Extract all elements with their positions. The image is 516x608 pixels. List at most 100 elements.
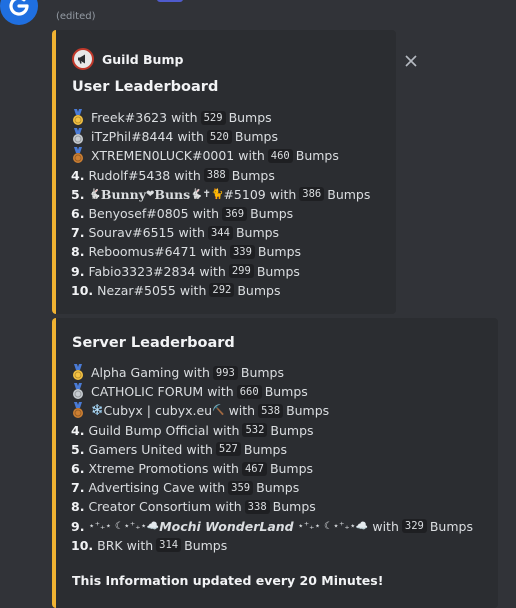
bump-count: 292 bbox=[209, 283, 235, 298]
embed-title: User Leaderboard bbox=[72, 79, 219, 95]
leaderboard-row: 9. Fabio3323#2834 with 299 Bumps bbox=[71, 262, 370, 281]
rank-number: 7. bbox=[71, 225, 85, 241]
leaderboard-row: 10. BRK with 314 Bumps bbox=[71, 536, 473, 555]
server-leaderboard-embed: Server Leaderboard Alpha Gaming with 993 Bu… bbox=[52, 318, 498, 608]
member-name-part: 𝐁𝐮𝐧𝐬 bbox=[154, 186, 191, 202]
with-text: with bbox=[207, 384, 234, 400]
bumps-unit: Bumps bbox=[270, 422, 314, 438]
bump-count: 520 bbox=[206, 129, 232, 144]
bumps-unit: Bumps bbox=[269, 460, 314, 476]
rank-number: 6. bbox=[71, 460, 85, 476]
bump-count: 299 bbox=[228, 264, 254, 279]
leaderboard-row: 9. ⋆⁺₊⋆ ☾⋆⁺₊⋆ ☁️ Mochi WonderLand ⋆⁺₊⋆ ☾⋆⁺… bbox=[71, 517, 473, 536]
bumps-unit: Bumps bbox=[286, 403, 330, 419]
bump-count: 388 bbox=[203, 168, 229, 183]
close-icon[interactable] bbox=[404, 54, 418, 68]
leaderboard-row: 7. Sourav#6515 with 344 Bumps bbox=[71, 223, 370, 242]
rank-number: 4. bbox=[71, 422, 85, 438]
with-text: with bbox=[212, 422, 240, 438]
cloud-emoji-icon: ☁️ bbox=[146, 520, 160, 532]
server-name: Mochi WonderLand bbox=[159, 518, 294, 534]
bump-count: 338 bbox=[244, 499, 270, 514]
heart-emoji-icon: ❤ bbox=[146, 188, 155, 200]
bumps-unit: Bumps bbox=[256, 480, 300, 496]
bump-count: 660 bbox=[236, 384, 262, 399]
bot-avatar[interactable] bbox=[0, 0, 38, 25]
bumps-unit: Bumps bbox=[240, 365, 284, 380]
bump-count: 993 bbox=[212, 365, 238, 380]
cloud-emoji-icon: ☁️ bbox=[355, 520, 369, 532]
member-name: Nezar#5055 bbox=[97, 282, 176, 298]
rank-number: 9. bbox=[71, 518, 85, 534]
user-leaderboard-list: Freek#3623 with 529 Bumps iTzPhil#8444 with 52… bbox=[71, 108, 370, 300]
member-name: Rudolf#5438 bbox=[88, 167, 171, 183]
server-name: BRK bbox=[97, 537, 123, 553]
silver-medal-icon bbox=[71, 383, 85, 400]
sparkle-decoration: ⋆⁺₊⋆ ☾⋆⁺₊⋆ bbox=[88, 520, 147, 532]
bumps-unit: Bumps bbox=[327, 186, 371, 202]
with-text: with bbox=[178, 225, 205, 241]
leaderboard-row: 7. Advertising Cave with 359 Bumps bbox=[71, 478, 473, 497]
edited-label: (edited) bbox=[56, 11, 96, 22]
leaderboard-row: 5. 🐇 𝐁𝐮𝐧𝐧𝐲 ❤ 𝐁𝐮𝐧𝐬 🐇✝🐈 #5109 with 386 Bumps bbox=[71, 185, 370, 204]
with-text: with bbox=[183, 365, 210, 380]
rank-number: 10. bbox=[71, 537, 94, 553]
bump-count: 314 bbox=[156, 538, 182, 553]
embed-author: Guild Bump bbox=[72, 48, 183, 70]
rank-number: 4. bbox=[71, 167, 85, 183]
server-name: Creator Consortium bbox=[88, 499, 212, 515]
with-text: with bbox=[192, 205, 220, 221]
bumps-unit: Bumps bbox=[234, 129, 278, 145]
pickaxe-emoji-icon: ⛏️ bbox=[212, 405, 225, 417]
bumps-unit: Bumps bbox=[429, 518, 473, 534]
bump-count: 359 bbox=[228, 480, 254, 495]
member-name: Freek#3623 bbox=[91, 110, 168, 125]
bump-count: 529 bbox=[200, 110, 226, 125]
bump-count: 329 bbox=[401, 519, 427, 534]
rank-number: 9. bbox=[71, 263, 85, 279]
snowflake-emoji-icon: ❄️ bbox=[91, 405, 104, 417]
bump-count: 460 bbox=[267, 148, 293, 163]
leaderboard-row: ❄️ Cubyx | cubyx.eu ⛏️ with 538 Bumps bbox=[71, 401, 473, 420]
bumps-unit: Bumps bbox=[184, 537, 228, 553]
member-name: Reboomus#6471 bbox=[88, 244, 197, 260]
bump-count: 538 bbox=[258, 403, 284, 418]
message-header-partial bbox=[55, 0, 255, 4]
server-name: Alpha Gaming bbox=[91, 365, 180, 380]
sparkle-decoration: ⋆⁺₊⋆ ☾⋆⁺₊⋆ bbox=[297, 520, 356, 532]
server-name: Cubyx | cubyx.eu bbox=[103, 403, 213, 419]
rank-number: 8. bbox=[71, 499, 85, 515]
with-text: with bbox=[186, 441, 213, 457]
bumps-unit: Bumps bbox=[264, 384, 308, 400]
bump-count: 467 bbox=[241, 461, 267, 476]
bronze-medal-icon bbox=[71, 147, 85, 164]
bumps-unit: Bumps bbox=[256, 263, 300, 279]
embed-author-name: Guild Bump bbox=[102, 51, 184, 67]
with-text: with bbox=[126, 537, 154, 553]
with-text: with bbox=[238, 148, 265, 164]
leaderboard-row: 6. Benyosef#0805 with 369 Bumps bbox=[71, 204, 370, 223]
leaderboard-row: Freek#3623 with 529 Bumps bbox=[71, 108, 370, 127]
with-text: with bbox=[199, 263, 226, 279]
bump-count: 339 bbox=[229, 244, 255, 259]
member-name: Fabio3323#2834 bbox=[88, 263, 196, 279]
with-text: with bbox=[269, 186, 297, 202]
leaderboard-row: 10. Nezar#5055 with 292 Bumps bbox=[71, 281, 370, 300]
rank-number: 10. bbox=[71, 282, 94, 298]
bumps-unit: Bumps bbox=[243, 441, 287, 457]
with-text: with bbox=[171, 110, 198, 125]
server-name: Xtreme Promotions bbox=[88, 460, 209, 476]
bumps-unit: Bumps bbox=[250, 205, 294, 221]
rank-number: 8. bbox=[71, 244, 85, 260]
leaderboard-row: XTREMEN0LUCK#0001 with 460 Bumps bbox=[71, 146, 370, 165]
rank-number: 7. bbox=[71, 480, 85, 496]
server-name: Gamers United bbox=[88, 441, 183, 457]
bumps-unit: Bumps bbox=[231, 167, 275, 183]
member-name: Benyosef#0805 bbox=[88, 205, 189, 221]
gold-medal-icon bbox=[71, 364, 85, 381]
bump-count: 386 bbox=[299, 187, 325, 202]
server-name: Advertising Cave bbox=[88, 480, 195, 496]
with-text: with bbox=[174, 167, 201, 183]
leaderboard-row: CATHOLIC FORUM with 660 Bumps bbox=[71, 382, 473, 401]
leaderboard-row: Alpha Gaming with 993 Bumps bbox=[71, 363, 473, 382]
